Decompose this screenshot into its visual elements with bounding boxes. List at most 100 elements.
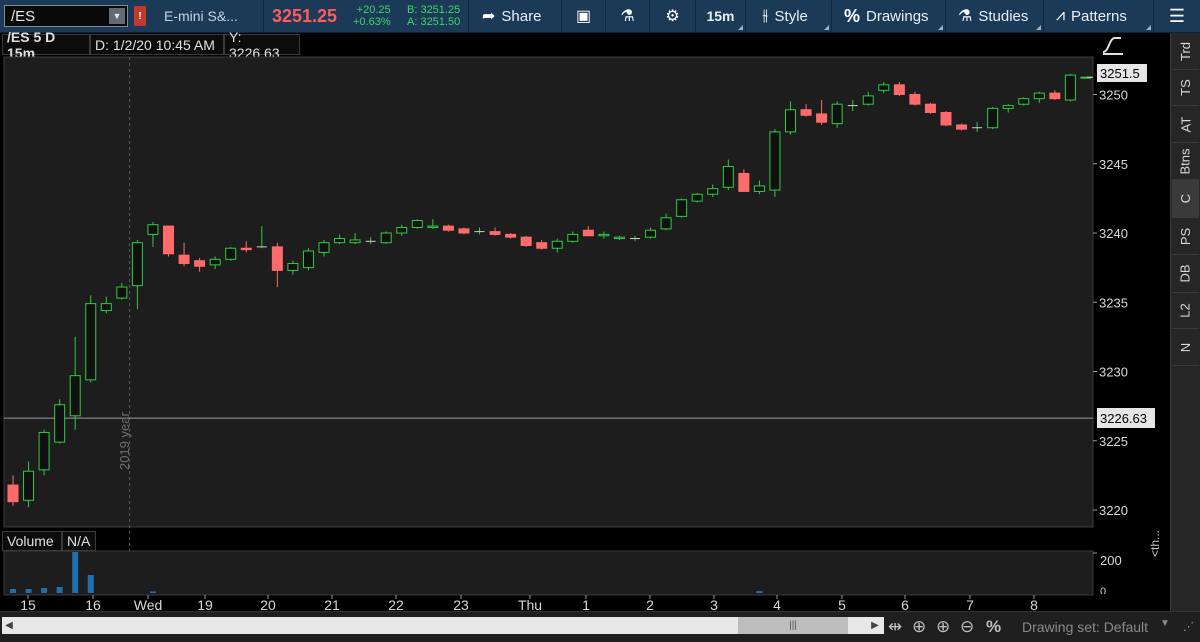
candle-body [54,404,66,443]
price-chart[interactable]: 3220 3225 3230 3235 3240 3245 3250 [0,55,1170,611]
side-tab-db[interactable]: DB [1172,255,1199,293]
candle-body [800,109,812,116]
candle-body [7,484,19,503]
last-price-tag: 3251.5 [1097,64,1147,82]
symbol-input[interactable]: /ES ▼ [4,5,128,27]
y-tick-label: 3225 [1099,434,1128,449]
candle [676,198,688,218]
candle [987,106,999,130]
drawing-set-selector[interactable]: Drawing set: Default [1022,619,1148,635]
side-tab-ps[interactable]: PS [1172,218,1199,255]
volume-bar [56,587,63,593]
settings-button[interactable]: ⚙ [650,0,696,32]
volume-y-tick: 0 [1100,586,1107,594]
chart-menu-button[interactable]: ☰ [1154,0,1200,32]
chart-description[interactable]: /ES 5 D 15m [2,29,90,61]
scroll-thumb[interactable]: ||| [738,617,848,634]
patterns-icon: ⩘ [1056,7,1066,24]
lab-button[interactable]: ⚗ [606,0,650,32]
candle-body [1064,74,1076,101]
cursor-price-tag: 3226.63 [1097,408,1155,428]
style-button[interactable]: ⫳ Style [746,0,832,32]
ask-price: A: 3251.50 [407,16,461,28]
candle [85,295,97,383]
candle-body [38,431,50,471]
side-tab-at[interactable]: AT [1172,106,1199,143]
candle-body [271,246,283,271]
zoom-in-icon[interactable]: ⊕ [936,617,950,637]
gear-icon: ⚙ [665,8,680,25]
corner-dropdown-icon [938,25,943,30]
symbol-flag-icon[interactable]: ! [134,6,146,26]
candle-body [100,303,112,312]
symbol-dropdown-icon[interactable]: ▼ [109,8,125,24]
candle-body [209,258,221,266]
side-tab-btns[interactable]: Btns [1172,143,1199,180]
drawing-tool-icon[interactable] [1101,34,1125,56]
date-readout: D: 1/2/20 10:45 AM [90,34,224,55]
timeframe-button[interactable]: 15m [696,0,746,32]
studies-button[interactable]: ⚗ Studies [946,0,1044,32]
candle [1064,73,1076,102]
corner-dropdown-icon [738,25,743,30]
zoom-out-icon[interactable]: ⊖ [960,617,974,637]
drawings-button[interactable]: % Drawings [832,0,946,32]
price-panel: 3220 3225 3230 3235 3240 3245 3250 [3,56,1128,593]
candle-body [831,103,843,125]
top-toolbar: /ES ▼ ! E-mini S&... 3251.25 +20.25 +0.6… [0,0,1200,33]
side-tab-label: L2 [1178,303,1193,318]
volume-y-tick: 200 [1100,553,1122,568]
candle-body [163,225,174,255]
candle-body [116,286,128,299]
candle [458,227,470,235]
last-price: 3251.25 [272,6,338,26]
side-tab-label: N [1177,342,1193,352]
percent-icon[interactable]: % [986,617,1001,637]
share-button[interactable]: ➦ Share [470,0,562,32]
side-tab-c[interactable]: C [1172,180,1199,218]
resize-grip-icon[interactable]: ⋰ [1183,620,1194,633]
scroll-right-icon[interactable]: ▶ [866,617,884,634]
volume-label[interactable]: Volume [2,531,62,551]
candle-body [862,95,874,105]
pan-icon[interactable]: ⇹ [888,617,902,637]
candle-body [551,240,563,249]
candle-body [1018,98,1030,105]
candle [1018,97,1030,106]
corner-dropdown-icon [1146,25,1151,30]
candle-body [225,247,237,260]
candle [769,129,781,197]
candle [940,111,952,127]
side-tab-label: PS [1178,227,1193,245]
candle [38,429,50,476]
volume-bar [149,591,156,593]
candle-body [505,233,517,238]
patterns-button[interactable]: ⩘ Patterns [1044,0,1154,32]
candle-body [924,103,936,114]
candle [54,399,66,444]
candle-body [536,242,548,249]
side-tab-l2[interactable]: L2 [1172,293,1199,329]
y-tick-label: 3235 [1099,295,1128,310]
menu-icon: ☰ [1168,5,1186,26]
drawings-label: Drawings [866,7,929,25]
crosshair-icon[interactable]: ⊕ [912,617,926,637]
volume-bar [756,591,763,593]
candle-body [131,242,143,287]
side-tab-label: TS [1178,79,1193,96]
side-tab-ts[interactable]: TS [1172,70,1199,106]
timeframe-label: 15m [706,8,735,24]
side-more-label[interactable]: <th... [1148,530,1162,557]
candle-body [240,247,252,251]
scroll-left-icon[interactable]: ◀ [2,617,16,634]
candle-body [349,239,361,244]
flex-grid-button[interactable]: ▣ [562,0,606,32]
side-tab-n[interactable]: N [1172,329,1199,366]
candle [924,102,936,114]
candle-body [940,112,952,126]
candle-body [147,224,159,235]
side-tab-bar: Trd TS AT Btns C PS DB L2 N [1170,33,1200,611]
candle-body [458,228,470,234]
side-tab-trd[interactable]: Trd [1172,33,1199,70]
chevron-down-icon[interactable]: ▼ [1160,618,1170,629]
